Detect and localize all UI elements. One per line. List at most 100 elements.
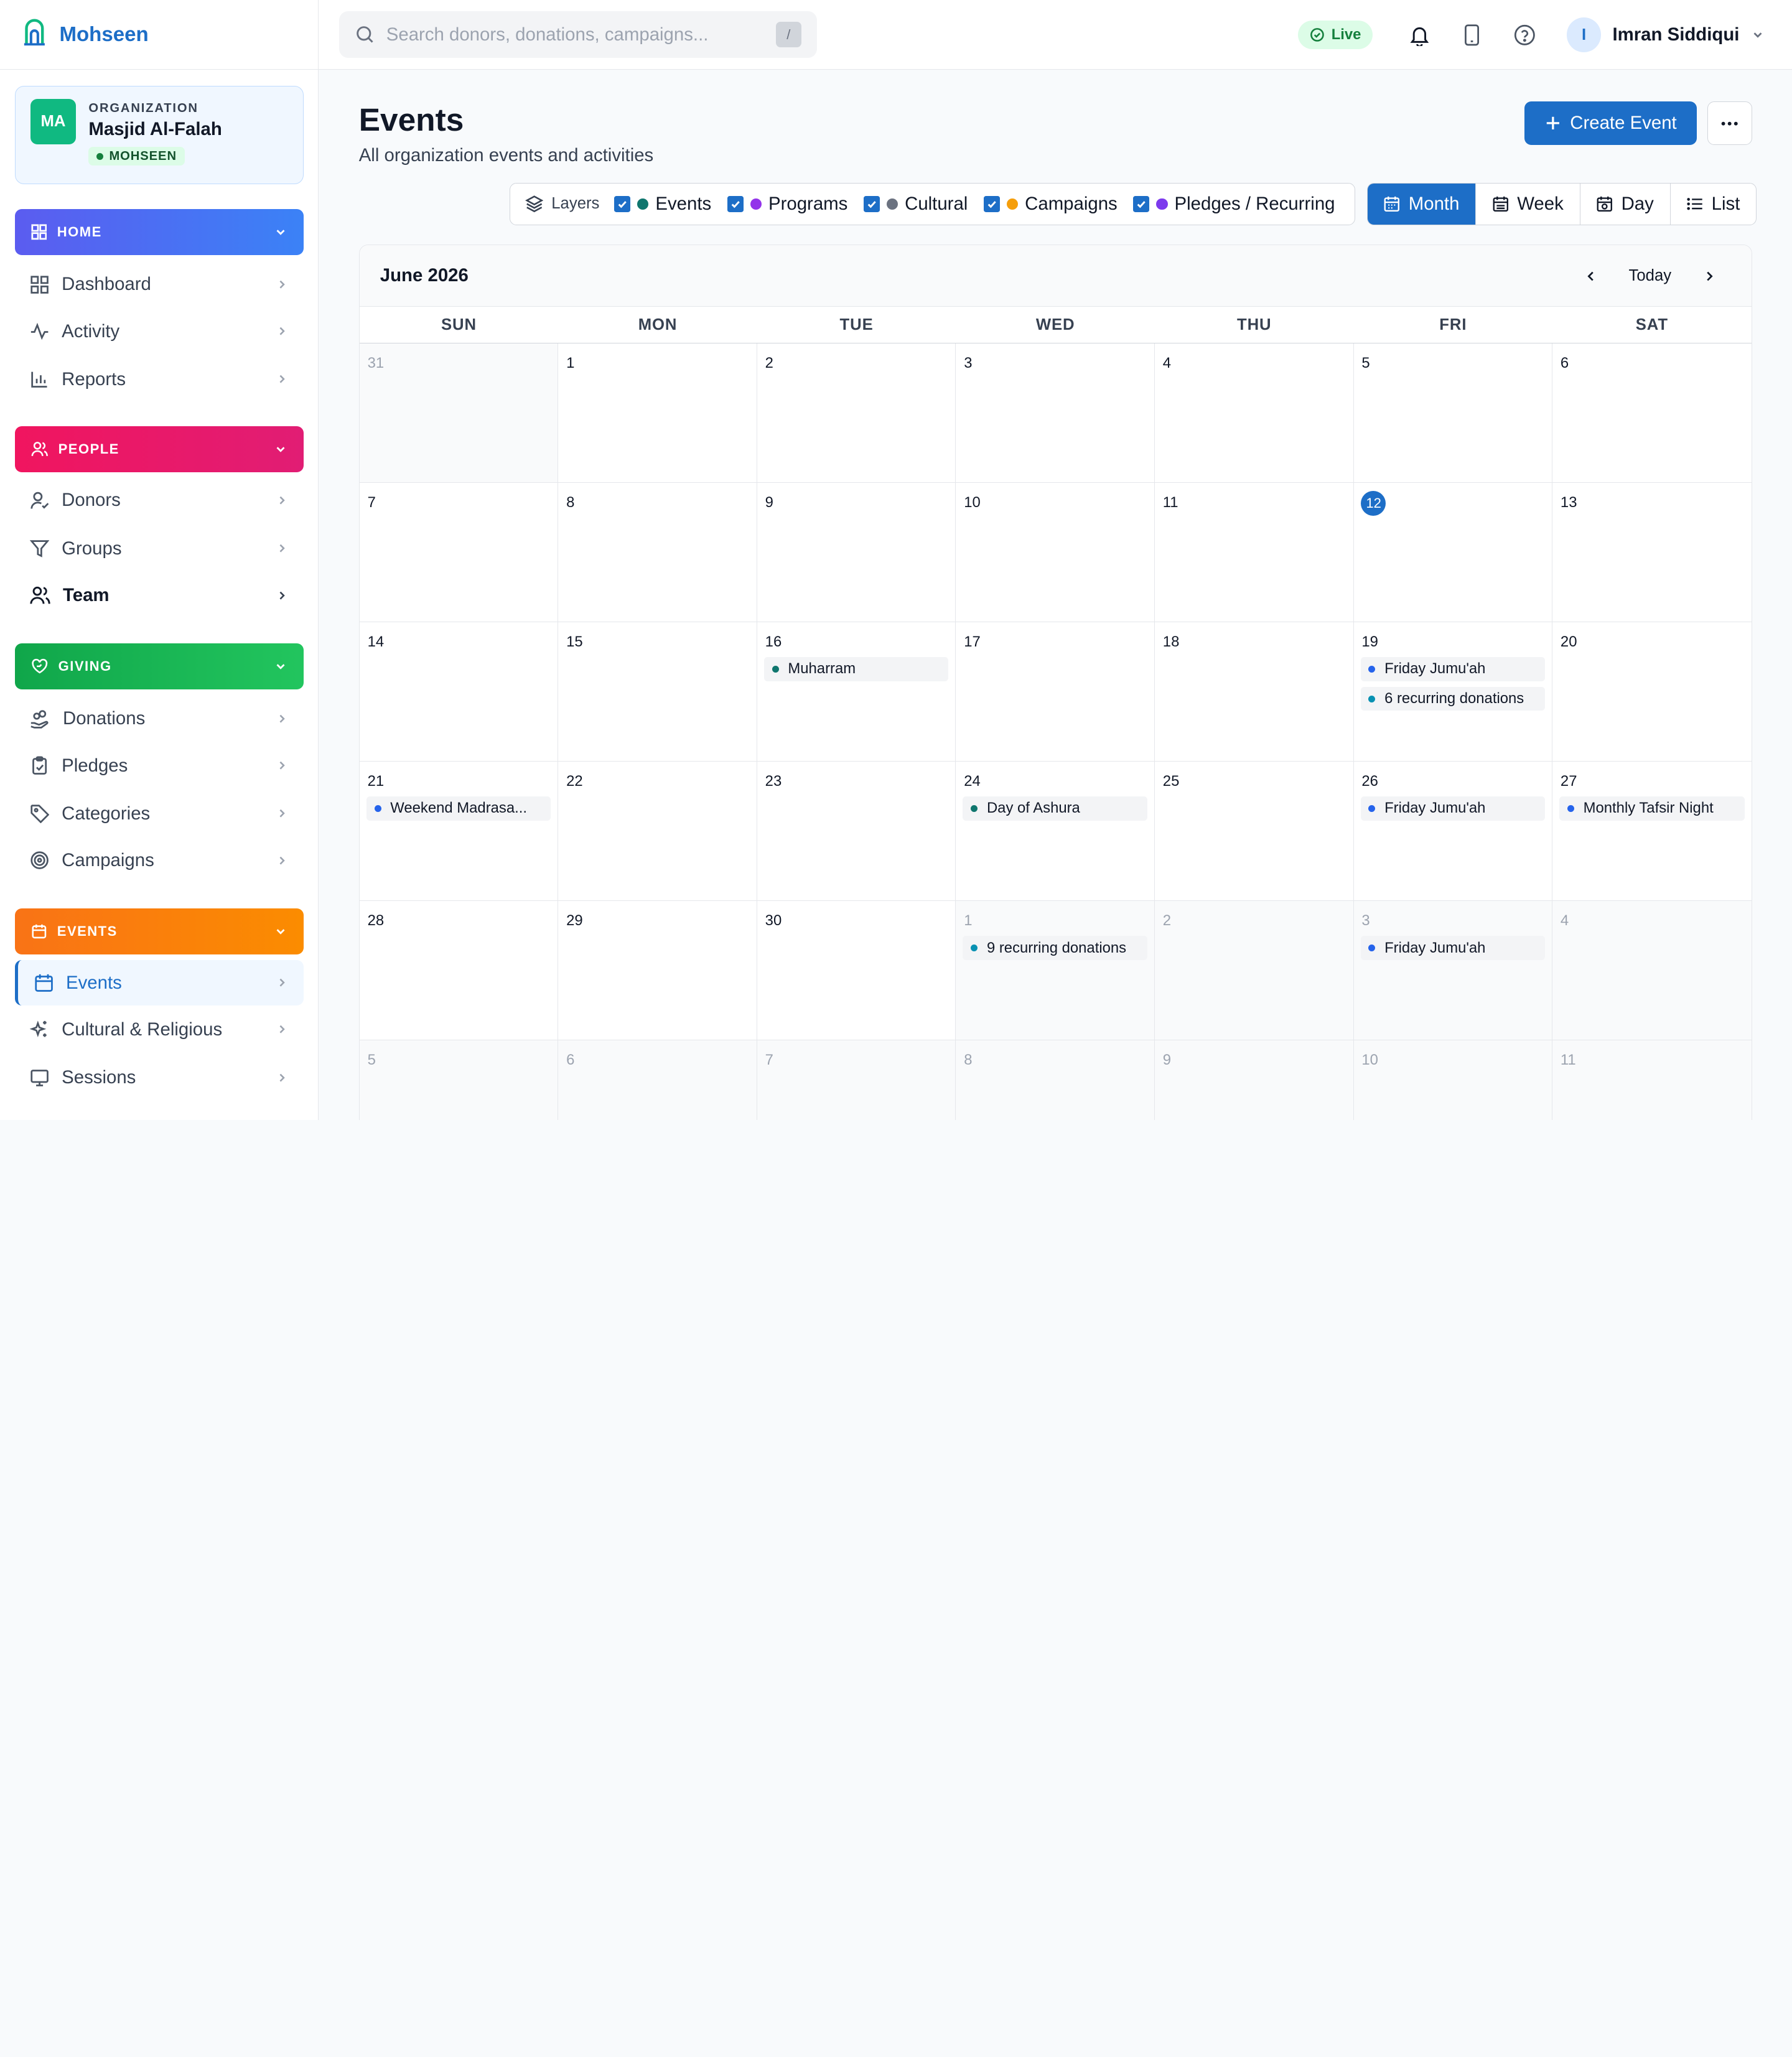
calendar-day-cell[interactable]: 26 Friday Jumu'ah [1353, 762, 1553, 902]
calendar-event-chip[interactable]: Monthly Tafsir Night [1559, 796, 1745, 821]
layer-toggle-events[interactable]: Events [614, 194, 711, 215]
calendar-day-cell[interactable]: 9 [757, 483, 956, 623]
calendar-day-cell[interactable]: 17 [956, 622, 1155, 762]
layer-checkbox[interactable] [984, 195, 1000, 212]
calendar-day-cell[interactable]: 13 [1552, 483, 1752, 623]
section-events[interactable]: EVENTS [14, 908, 304, 954]
calendar-day-cell[interactable]: 25 [1154, 762, 1354, 902]
search-input[interactable] [386, 24, 765, 45]
calendar-day-cell[interactable]: 30 [757, 901, 956, 1041]
calendar-event-chip[interactable]: Day of Ashura [963, 796, 1147, 821]
calendar-day-cell[interactable]: 4 [1154, 343, 1354, 483]
sidebar-item-sessions[interactable]: Sessions [15, 1055, 304, 1100]
calendar-day-cell[interactable]: 7 [757, 1040, 956, 1120]
calendar-day-cell[interactable]: 5 [359, 1040, 559, 1120]
sidebar-item-cultural-religious[interactable]: Cultural & Religious [15, 1007, 304, 1052]
calendar-day-cell[interactable]: 11 [1552, 1040, 1752, 1120]
sidebar-item-donors[interactable]: Donors [15, 478, 304, 523]
calendar-event-chip[interactable]: Weekend Madrasa... [366, 796, 551, 821]
layer-checkbox[interactable] [864, 195, 880, 212]
calendar-day-cell[interactable]: 20 [1552, 622, 1752, 762]
organization-card[interactable]: MA ORGANIZATION Masjid Al-Falah MOHSEEN [14, 85, 304, 184]
sidebar-item-label: Activity [62, 320, 120, 342]
sidebar-item-campaigns[interactable]: Campaigns [15, 837, 304, 883]
calendar-day-cell[interactable]: 14 [359, 622, 559, 762]
layer-checkbox[interactable] [614, 195, 630, 212]
calendar-event-chip[interactable]: 6 recurring donations [1360, 686, 1546, 711]
layer-toggle-campaigns[interactable]: Campaigns [984, 194, 1118, 215]
calendar-day-cell[interactable]: 19 Friday Jumu'ah 6 recurring donations [1353, 622, 1553, 762]
sidebar-item-dashboard[interactable]: Dashboard [15, 262, 304, 307]
calendar-day-cell[interactable]: 3 [956, 343, 1155, 483]
sidebar-item-activity[interactable]: Activity [15, 309, 304, 354]
layer-checkbox[interactable] [1133, 195, 1150, 212]
section-giving[interactable]: GIVING [14, 643, 304, 689]
view-list-button[interactable]: List [1669, 183, 1757, 225]
calendar-day-cell[interactable]: 10 [956, 483, 1155, 623]
section-people[interactable]: PEOPLE [14, 426, 304, 472]
sidebar-item-events[interactable]: Events [14, 959, 304, 1006]
notifications-button[interactable] [1393, 12, 1445, 57]
sidebar-item-groups[interactable]: Groups [15, 526, 304, 571]
section-home[interactable]: HOME [14, 209, 304, 255]
mobile-app-button[interactable] [1445, 12, 1498, 57]
calendar-day-cell[interactable]: 1 9 recurring donations [956, 901, 1155, 1041]
create-event-button[interactable]: Create Event [1524, 101, 1697, 146]
calendar-day-cell[interactable]: 1 [558, 343, 757, 483]
calendar-day-cell[interactable]: 18 [1154, 622, 1354, 762]
layers-label: Layers [525, 195, 599, 213]
calendar-event-chip[interactable]: Friday Jumu'ah [1360, 796, 1546, 821]
calendar-day-cell[interactable]: 6 [558, 1040, 757, 1120]
calendar-day-cell[interactable]: 28 [359, 901, 559, 1041]
calendar-day-cell[interactable]: 7 [359, 483, 559, 623]
more-options-button[interactable] [1707, 101, 1752, 146]
calendar-day-cell[interactable]: 22 [558, 762, 757, 902]
calendar-day-cell[interactable]: 16 Muharram [757, 622, 956, 762]
today-button[interactable]: Today [1608, 267, 1692, 285]
live-status-badge[interactable]: Live [1298, 20, 1373, 50]
calendar-event-chip[interactable]: 9 recurring donations [963, 936, 1147, 960]
view-week-button[interactable]: Week [1475, 183, 1579, 225]
calendar-day-cell[interactable]: 15 [558, 622, 757, 762]
calendar-day-cell[interactable]: 21 Weekend Madrasa... [359, 762, 559, 902]
layer-toggle-pledges-recurring[interactable]: Pledges / Recurring [1133, 194, 1335, 215]
view-month-button[interactable]: Month [1367, 183, 1476, 225]
user-menu[interactable]: I Imran Siddiqui [1567, 17, 1765, 52]
calendar-day-cell[interactable]: 3 Friday Jumu'ah [1353, 901, 1553, 1041]
layer-checkbox[interactable] [727, 195, 744, 212]
calendar-day-cell[interactable]: 11 [1154, 483, 1354, 623]
calendar-day-cell[interactable]: 2 [757, 343, 956, 483]
view-day-button[interactable]: Day [1579, 183, 1670, 225]
search-box[interactable]: / [339, 11, 818, 58]
more-horizontal-icon [1721, 121, 1738, 126]
calendar-event-chip[interactable]: Friday Jumu'ah [1360, 936, 1546, 960]
calendar-day-cell[interactable]: 5 [1353, 343, 1553, 483]
calendar-day-cell[interactable]: 31 [359, 343, 559, 483]
sidebar-item-pledges[interactable]: Pledges [15, 743, 304, 788]
layer-toggle-programs[interactable]: Programs [727, 194, 847, 215]
calendar-day-cell[interactable]: 4 [1552, 901, 1752, 1041]
sidebar-item-reports[interactable]: Reports [15, 357, 304, 402]
day-number: 22 [566, 773, 583, 790]
sidebar-item-team[interactable]: Team [15, 572, 304, 618]
calendar-day-cell[interactable]: 24 Day of Ashura [956, 762, 1155, 902]
calendar-day-cell[interactable]: 8 [956, 1040, 1155, 1120]
calendar-event-chip[interactable]: Friday Jumu'ah [1360, 657, 1546, 681]
calendar-day-cell[interactable]: 2 [1154, 901, 1354, 1041]
calendar-day-cell[interactable]: 6 [1552, 343, 1752, 483]
help-button[interactable] [1498, 12, 1551, 57]
sidebar-item-donations[interactable]: Donations [15, 696, 304, 742]
calendar-day-cell[interactable]: 12 [1353, 483, 1553, 623]
sidebar-item-categories[interactable]: Categories [15, 791, 304, 836]
calendar-event-chip[interactable]: Muharram [763, 657, 949, 681]
layer-toggle-cultural[interactable]: Cultural [864, 194, 968, 215]
brand[interactable]: Mohseen [0, 0, 319, 70]
calendar-day-cell[interactable]: 9 [1154, 1040, 1354, 1120]
calendar-day-cell[interactable]: 27 Monthly Tafsir Night [1552, 762, 1752, 902]
calendar-day-cell[interactable]: 23 [757, 762, 956, 902]
next-month-button[interactable] [1692, 259, 1726, 293]
calendar-day-cell[interactable]: 10 [1353, 1040, 1553, 1120]
calendar-day-cell[interactable]: 29 [558, 901, 757, 1041]
prev-month-button[interactable] [1574, 259, 1608, 293]
calendar-day-cell[interactable]: 8 [558, 483, 757, 623]
